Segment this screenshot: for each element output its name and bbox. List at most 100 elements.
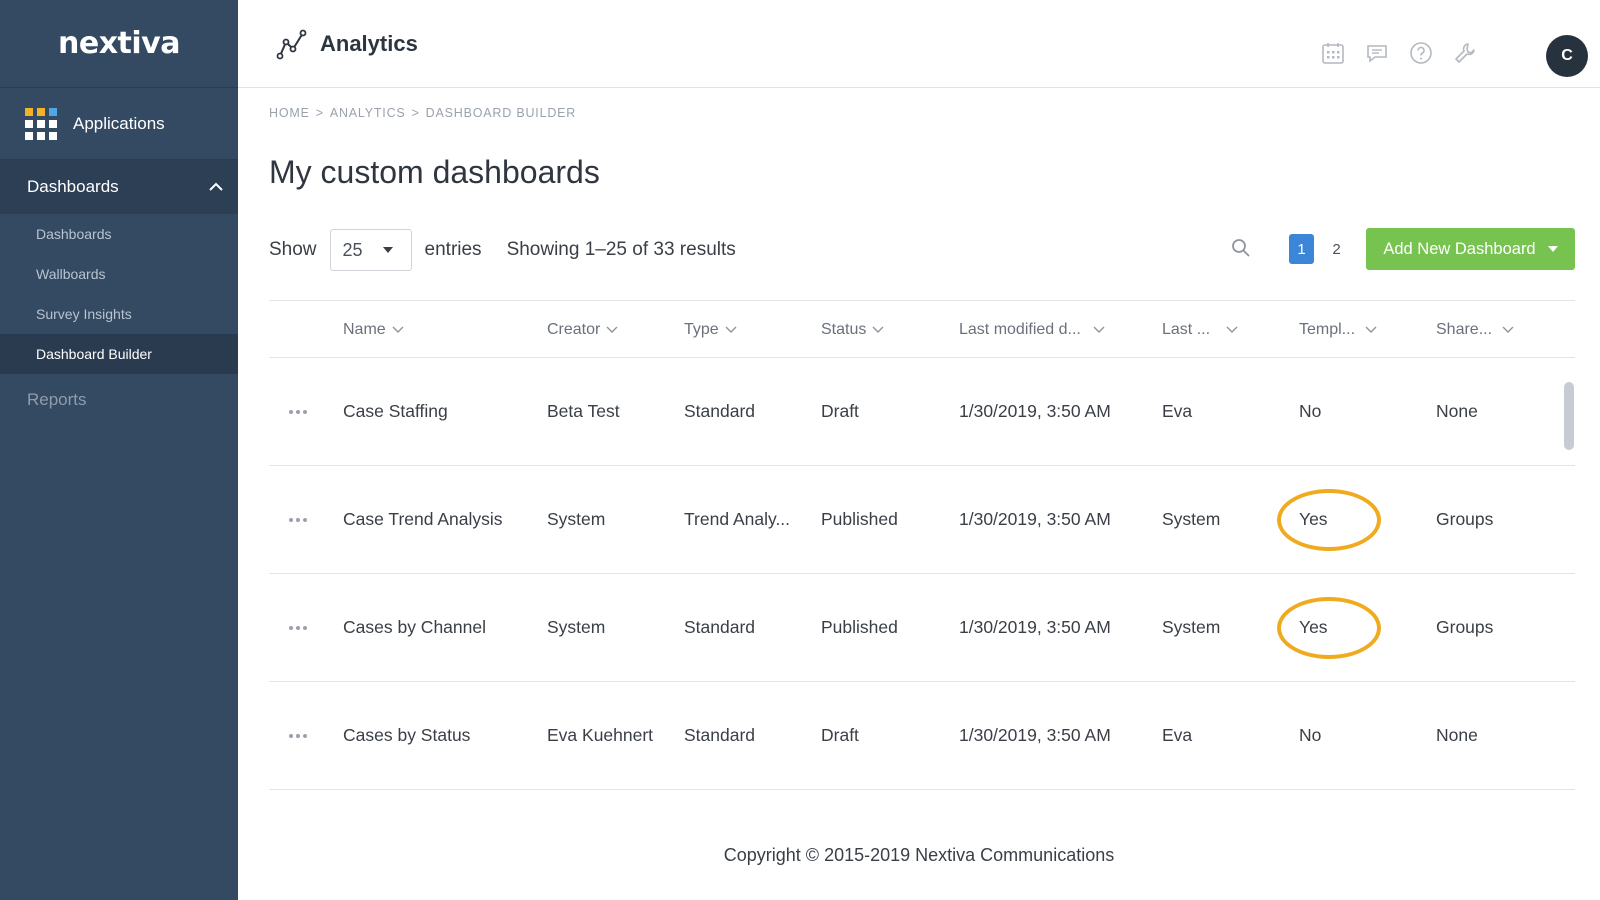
- breadcrumb-analytics[interactable]: ANALYTICS: [330, 106, 406, 120]
- cell-type: Standard: [684, 617, 756, 637]
- sidebar-item-label: Survey Insights: [36, 306, 132, 322]
- cell-name[interactable]: Case Trend Analysis: [343, 466, 503, 573]
- column-label: Last modified d...: [959, 321, 1081, 338]
- row-menu-icon[interactable]: [289, 574, 307, 681]
- cell-template: Yes: [1299, 617, 1328, 637]
- add-new-dashboard-label: Add New Dashboard: [1383, 239, 1536, 258]
- sidebar-item-dashboard-builder[interactable]: Dashboard Builder: [0, 334, 238, 374]
- column-header-last-modified-by[interactable]: Last ...: [1162, 301, 1238, 359]
- table-row[interactable]: Case Trend Analysis System Trend Analy..…: [269, 466, 1575, 574]
- column-header-status[interactable]: Status: [821, 301, 884, 359]
- cell-name[interactable]: Case Staffing: [343, 358, 448, 465]
- pagination: 1 2: [1289, 234, 1349, 264]
- nextiva-logo[interactable]: nextiva: [0, 0, 238, 88]
- results-count: Showing 1–25 of 33 results: [506, 239, 736, 260]
- column-header-last-modified-date[interactable]: Last modified d...: [959, 301, 1105, 359]
- top-header: Analytics C: [238, 0, 1600, 88]
- column-label: Status: [821, 321, 867, 338]
- breadcrumb-dashboard-builder[interactable]: DASHBOARD BUILDER: [426, 106, 576, 120]
- breadcrumb-separator: >: [411, 106, 420, 120]
- page-2-button[interactable]: 2: [1324, 234, 1349, 264]
- dashboards-table: Name Creator Type Status Last modified d…: [269, 300, 1575, 790]
- entries-value: 25: [342, 239, 363, 260]
- highlight-ring: [1277, 489, 1381, 551]
- cell-status: Published: [821, 617, 898, 637]
- sidebar-item-wallboards[interactable]: Wallboards: [0, 254, 238, 294]
- page-1-button[interactable]: 1: [1289, 234, 1314, 264]
- cell-last-modified-date: 1/30/2019, 3:50 AM: [959, 725, 1111, 745]
- chevron-down-icon: [725, 326, 737, 333]
- highlight-ring: [1277, 597, 1381, 659]
- column-header-shared[interactable]: Share...: [1436, 301, 1514, 359]
- table-scrollbar[interactable]: [1564, 382, 1574, 450]
- cell-shared: Groups: [1436, 617, 1494, 637]
- entries-select[interactable]: 25: [329, 229, 412, 271]
- dashboards-section-toggle[interactable]: Dashboards: [0, 160, 238, 214]
- table-row[interactable]: Cases by Channel System Standard Publish…: [269, 574, 1575, 682]
- sidebar-item-label: Wallboards: [36, 266, 106, 282]
- app-title-text: Analytics: [320, 30, 418, 56]
- applications-label: Applications: [73, 113, 165, 133]
- cell-status: Published: [821, 509, 898, 529]
- copyright-footer: Copyright © 2015-2019 Nextiva Communicat…: [723, 845, 1115, 865]
- sidebar-item-label: Dashboard Builder: [36, 346, 152, 362]
- breadcrumb: HOME > ANALYTICS > DASHBOARD BUILDER: [269, 106, 576, 120]
- caret-down-icon: [1547, 246, 1558, 252]
- cell-name[interactable]: Cases by Channel: [343, 574, 486, 681]
- search-icon[interactable]: [1231, 238, 1251, 263]
- cell-last-modified-by: Eva: [1162, 401, 1193, 421]
- applications-button[interactable]: Applications: [0, 88, 238, 160]
- cell-last-modified-by: System: [1162, 617, 1221, 637]
- chat-icon[interactable]: [1364, 40, 1390, 66]
- cell-creator: System: [547, 509, 606, 529]
- avatar-initial: C: [1561, 47, 1573, 64]
- column-header-creator[interactable]: Creator: [547, 301, 618, 359]
- column-label: Templ...: [1299, 321, 1356, 338]
- logo-text: nextiva: [58, 26, 180, 61]
- dashboards-section-label: Dashboards: [27, 177, 119, 196]
- cell-last-modified-date: 1/30/2019, 3:50 AM: [959, 509, 1111, 529]
- cell-template: No: [1299, 725, 1322, 745]
- wrench-icon[interactable]: [1452, 40, 1478, 66]
- chevron-down-icon: [606, 326, 618, 333]
- breadcrumb-home[interactable]: HOME: [269, 106, 310, 120]
- cell-creator: Beta Test: [547, 401, 620, 421]
- column-label: Creator: [547, 321, 601, 338]
- row-menu-icon[interactable]: [289, 466, 307, 573]
- calendar-icon[interactable]: [1320, 40, 1346, 66]
- page-title: My custom dashboards: [269, 154, 600, 190]
- cell-name[interactable]: Cases by Status: [343, 682, 470, 789]
- cell-creator: System: [547, 617, 606, 637]
- cell-creator: Eva Kuehnert: [547, 725, 654, 745]
- sidebar-item-survey-insights[interactable]: Survey Insights: [0, 294, 238, 334]
- sidebar-item-reports[interactable]: Reports: [0, 374, 238, 426]
- row-menu-icon[interactable]: [289, 358, 307, 465]
- cell-last-modified-date: 1/30/2019, 3:50 AM: [959, 617, 1111, 637]
- row-menu-icon[interactable]: [289, 682, 307, 789]
- cell-type: Standard: [684, 401, 756, 421]
- column-label: Share...: [1436, 321, 1493, 338]
- table-row[interactable]: Case Staffing Beta Test Standard Draft 1…: [269, 358, 1575, 466]
- column-label: Type: [684, 321, 719, 338]
- column-header-type[interactable]: Type: [684, 301, 737, 359]
- cell-shared: None: [1436, 401, 1478, 421]
- chevron-up-icon: [209, 182, 223, 191]
- analytics-icon: [276, 29, 307, 59]
- table-controls: Show 25 entries Showing 1–25 of 33 resul…: [269, 228, 1575, 272]
- table-row[interactable]: Cases by Status Eva Kuehnert Standard Dr…: [269, 682, 1575, 790]
- column-header-template[interactable]: Templ...: [1299, 301, 1377, 359]
- header-icons: [1320, 40, 1478, 66]
- chevron-down-icon: [1365, 326, 1377, 333]
- entries-label: entries: [424, 239, 482, 260]
- user-avatar[interactable]: C: [1546, 35, 1588, 77]
- sidebar-item-label: Dashboards: [36, 226, 112, 242]
- help-icon[interactable]: [1408, 40, 1434, 66]
- add-new-dashboard-button[interactable]: Add New Dashboard: [1366, 228, 1575, 270]
- show-label: Show: [269, 239, 317, 260]
- cell-last-modified-by: Eva: [1162, 725, 1193, 745]
- app-title: Analytics: [276, 28, 418, 60]
- sidebar: nextiva Applications Dashboards Dashboar…: [0, 0, 238, 900]
- chevron-down-icon: [1093, 326, 1105, 333]
- sidebar-item-dashboards[interactable]: Dashboards: [0, 214, 238, 254]
- column-header-name[interactable]: Name: [343, 301, 404, 359]
